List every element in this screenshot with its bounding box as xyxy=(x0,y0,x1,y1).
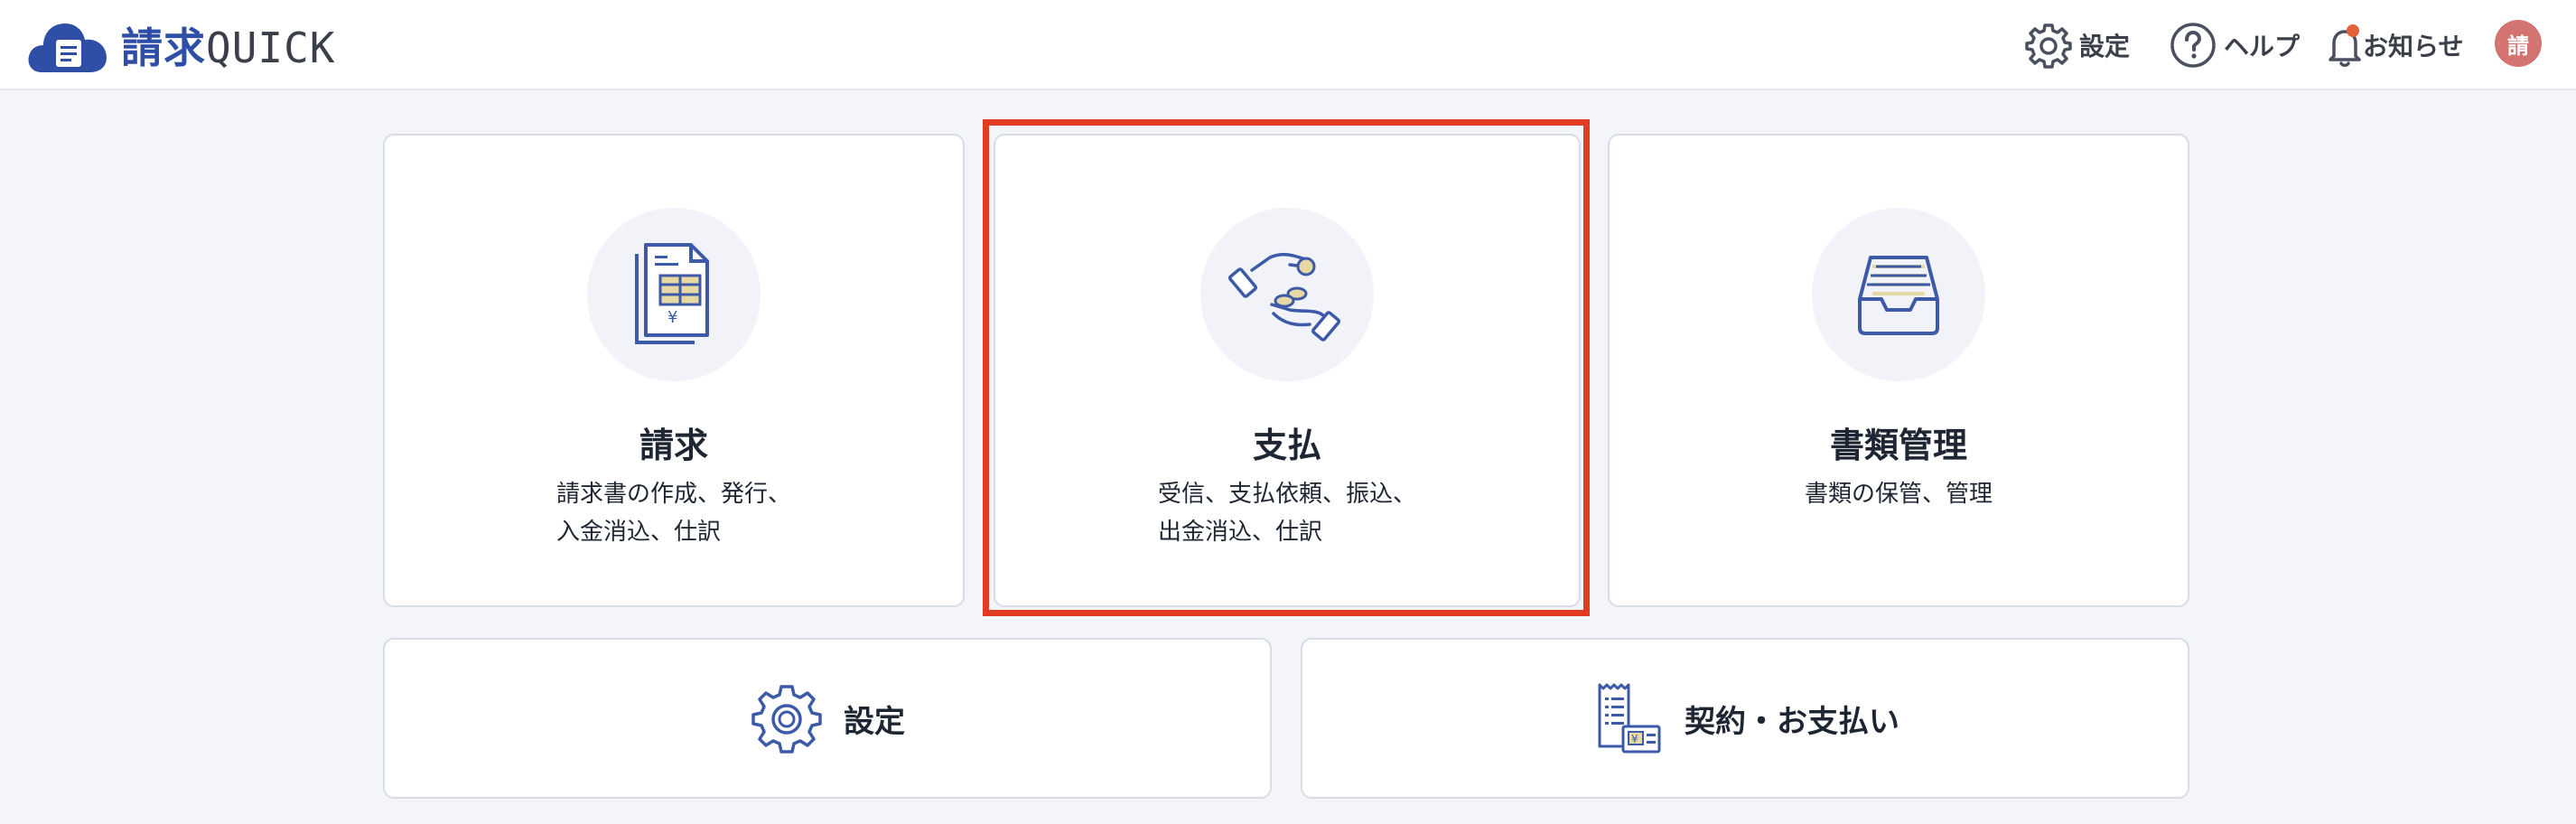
invoice-desc-line-2: 入金消込、仕訳 xyxy=(555,519,721,546)
header-settings-label: 設定 xyxy=(2079,32,2131,61)
settings-card-icon xyxy=(750,681,824,755)
document-tray-icon xyxy=(1858,256,1939,335)
header-help-label: ヘルプ xyxy=(2224,32,2301,61)
svg-text:¥: ¥ xyxy=(1631,733,1638,745)
invoice-desc-line-1: 請求書の作成、発行、 xyxy=(555,481,791,508)
payment-desc-line-1: 受信、支払依頼、振込、 xyxy=(1157,481,1416,508)
svg-text:¥: ¥ xyxy=(667,308,677,327)
documents-card-title: 書類管理 xyxy=(1829,426,1967,465)
documents-desc-line-1: 書類の保管、管理 xyxy=(1804,481,1993,508)
payment-card-description: 受信、支払依頼、振込、 出金消込、仕訳 xyxy=(995,475,1579,551)
payment-card[interactable]: 支払 受信、支払依頼、振込、 出金消込、仕訳 xyxy=(994,134,1581,607)
invoice-card[interactable]: ¥ 請求 請求書の作成、発行、 入金消込、仕訳 xyxy=(383,134,965,607)
payment-hands-coins-icon xyxy=(1227,252,1341,342)
logo-suffix: QUICK xyxy=(206,23,336,72)
payment-card-title: 支払 xyxy=(1252,426,1321,465)
app-header: 請求QUICK 設定 ヘルプ お知らせ 請 xyxy=(0,0,2576,90)
invoice-card-title: 請求 xyxy=(639,426,708,465)
contract-card-label: 契約・お支払い xyxy=(1685,703,1899,740)
payment-desc-line-2: 出金消込、仕訳 xyxy=(1157,519,1322,546)
logo-text: 請求QUICK xyxy=(121,15,335,75)
payment-icon-circle xyxy=(1200,208,1374,381)
notification-dot xyxy=(2347,24,2359,37)
contract-card-icon: ¥ xyxy=(1591,681,1665,755)
user-avatar[interactable]: 請 xyxy=(2495,20,2542,67)
header-settings-link[interactable]: 設定 xyxy=(2023,0,2130,90)
contract-payment-card[interactable]: ¥ 契約・お支払い xyxy=(1301,638,2189,799)
document-management-card[interactable]: 書類管理 書類の保管、管理 xyxy=(1608,134,2189,607)
invoice-document-icon: ¥ xyxy=(635,243,709,344)
header-notice-label: お知らせ xyxy=(2363,32,2464,61)
documents-card-description: 書類の保管、管理 xyxy=(1610,475,2188,513)
settings-card-label: 設定 xyxy=(844,703,905,740)
help-circle-icon xyxy=(2170,23,2216,68)
app-logo[interactable]: 請求QUICK xyxy=(25,9,335,81)
header-help-link[interactable]: ヘルプ xyxy=(2168,0,2300,90)
settings-card[interactable]: 設定 xyxy=(383,638,1272,799)
receipt-contract-icon: ¥ xyxy=(1598,683,1661,754)
invoice-card-description: 請求書の作成、発行、 入金消込、仕訳 xyxy=(385,475,963,551)
logo-name: 請求 xyxy=(121,23,206,72)
invoice-icon-circle: ¥ xyxy=(587,208,761,381)
gear-icon xyxy=(2025,23,2072,69)
header-notice-link[interactable]: お知らせ xyxy=(2319,0,2463,90)
documents-icon-circle xyxy=(1812,208,1985,381)
gear-icon xyxy=(751,685,822,754)
cloud-document-logo-icon xyxy=(28,23,107,72)
